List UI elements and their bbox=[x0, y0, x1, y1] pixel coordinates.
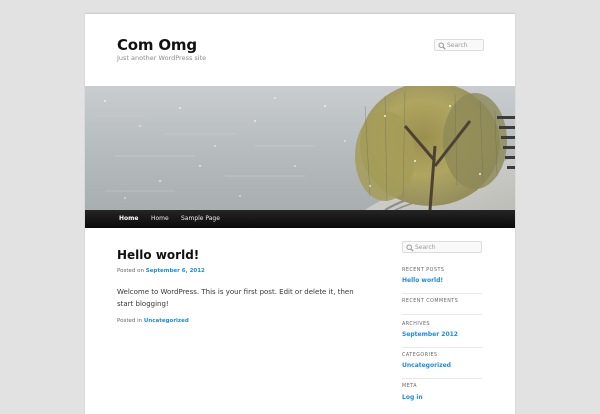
post-category-meta: Posted in Uncategorized bbox=[117, 318, 189, 324]
widget-title-meta: META bbox=[402, 384, 418, 389]
widget-divider bbox=[402, 314, 482, 315]
posted-on-label: Posted on bbox=[117, 268, 144, 274]
categories-list: Uncategorized bbox=[402, 362, 451, 369]
post-date-link[interactable]: September 6, 2012 bbox=[146, 268, 205, 274]
list-item: September 2012 bbox=[402, 331, 458, 338]
header-search-box[interactable] bbox=[434, 39, 484, 51]
banner-picture bbox=[85, 86, 515, 210]
site-title[interactable]: Com Omg bbox=[117, 36, 197, 54]
widget-title-recent-comments: RECENT COMMENTS bbox=[402, 299, 459, 304]
header-banner-image[interactable] bbox=[85, 86, 515, 210]
header-search-input[interactable] bbox=[447, 40, 481, 50]
post-title[interactable]: Hello world! bbox=[117, 248, 199, 262]
main-navigation: Home Home Sample Page bbox=[85, 210, 515, 228]
nav-item-home[interactable]: Home bbox=[151, 210, 169, 228]
post-category-link[interactable]: Uncategorized bbox=[144, 318, 189, 324]
archives-list: September 2012 bbox=[402, 331, 458, 338]
widget-divider bbox=[402, 347, 482, 348]
recent-post-link[interactable]: Hello world! bbox=[402, 277, 443, 284]
posted-in-label: Posted in bbox=[117, 318, 143, 324]
archive-link[interactable]: September 2012 bbox=[402, 331, 458, 338]
sidebar-search-box[interactable] bbox=[402, 241, 482, 253]
nav-item-home-current[interactable]: Home bbox=[119, 210, 138, 228]
widget-divider bbox=[402, 293, 482, 294]
category-link[interactable]: Uncategorized bbox=[402, 362, 451, 369]
sidebar-search-input[interactable] bbox=[415, 242, 479, 252]
widget-title-categories: CATEGORIES bbox=[402, 353, 438, 358]
site-tagline: Just another WordPress site bbox=[117, 54, 207, 62]
widget-divider bbox=[402, 378, 482, 379]
nav-item-sample-page[interactable]: Sample Page bbox=[181, 210, 220, 228]
list-item: Hello world! bbox=[402, 277, 443, 284]
post-date-meta: Posted on September 6, 2012 bbox=[117, 268, 205, 274]
list-item: Uncategorized bbox=[402, 362, 451, 369]
recent-posts-list: Hello world! bbox=[402, 277, 443, 284]
page-container: Com Omg Just another WordPress site Sear… bbox=[85, 13, 515, 414]
search-icon bbox=[406, 244, 414, 252]
widget-title-recent-posts: RECENT POSTS bbox=[402, 268, 445, 273]
search-icon bbox=[438, 42, 446, 50]
post-body: Welcome to WordPress. This is your first… bbox=[117, 288, 354, 308]
widget-title-archives: ARCHIVES bbox=[402, 322, 431, 327]
